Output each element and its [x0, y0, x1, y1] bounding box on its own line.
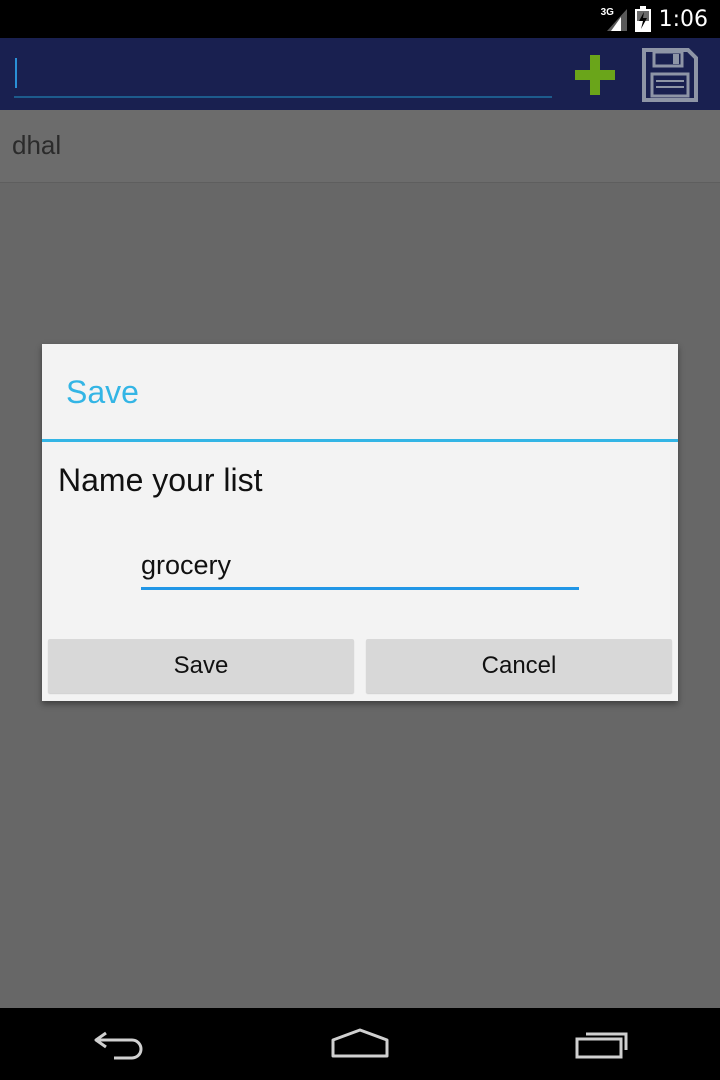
- status-time: 1:06: [658, 6, 708, 32]
- nav-bar: [0, 1008, 720, 1080]
- back-icon: [94, 1031, 143, 1060]
- recent-apps-icon: [575, 1032, 628, 1059]
- status-icons: 3G 1:06: [601, 4, 708, 34]
- signal-icon: 3G: [601, 7, 627, 31]
- dialog-title-divider: [42, 439, 678, 442]
- list-name-input-value: grocery: [141, 550, 232, 580]
- status-bar: 3G 1:06: [0, 0, 720, 38]
- list-item[interactable]: dhal: [0, 110, 720, 183]
- list-item-label: dhal: [12, 130, 62, 160]
- dialog-message: Name your list: [58, 462, 263, 498]
- recent-apps-button[interactable]: [562, 1020, 642, 1068]
- add-item-button[interactable]: [570, 52, 620, 98]
- save-list-button[interactable]: [640, 46, 700, 104]
- floppy-disk-icon: [642, 48, 698, 102]
- text-cursor: [15, 58, 17, 88]
- cancel-button[interactable]: Cancel: [366, 639, 672, 693]
- battery-charging-icon: [634, 6, 651, 32]
- dialog-title: Save: [66, 374, 139, 410]
- item-input[interactable]: [14, 52, 552, 98]
- save-button[interactable]: Save: [48, 639, 354, 693]
- save-dialog: Save Name your list grocery Save Cancel: [42, 344, 678, 701]
- home-button[interactable]: [320, 1020, 400, 1068]
- back-button[interactable]: [80, 1020, 160, 1068]
- list-name-input[interactable]: grocery: [141, 542, 579, 590]
- home-icon: [331, 1028, 389, 1058]
- plus-icon: [575, 55, 615, 95]
- app-toolbar: [0, 38, 720, 110]
